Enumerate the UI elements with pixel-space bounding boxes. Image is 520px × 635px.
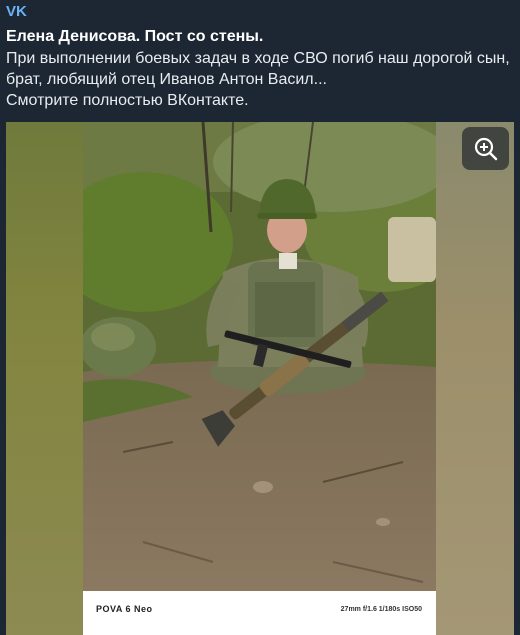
media-blur-right [436,122,514,635]
zoom-button[interactable] [462,127,509,170]
photo-image [83,122,436,635]
camera-watermark-bar: POVA 6 Neo 27mm f/1.6 1/180s ISO50 [83,591,436,635]
post-media[interactable]: POVA 6 Neo 27mm f/1.6 1/180s ISO50 [6,122,514,635]
post-title: Елена Денисова. Пост со стены. [6,28,264,45]
post-photo[interactable]: POVA 6 Neo 27mm f/1.6 1/180s ISO50 [83,122,436,635]
camera-model: POVA 6 Neo [96,604,153,614]
post-source[interactable]: VK [6,3,27,21]
zoom-in-icon [474,137,497,160]
camera-settings: 27mm f/1.6 1/180s ISO50 [340,606,422,613]
media-blur-left [6,122,83,635]
post-text: При выполнении боевых задач в ходе СВО п… [6,50,510,109]
vk-post: VK Елена Денисова. Пост со стены. При вы… [0,0,520,635]
